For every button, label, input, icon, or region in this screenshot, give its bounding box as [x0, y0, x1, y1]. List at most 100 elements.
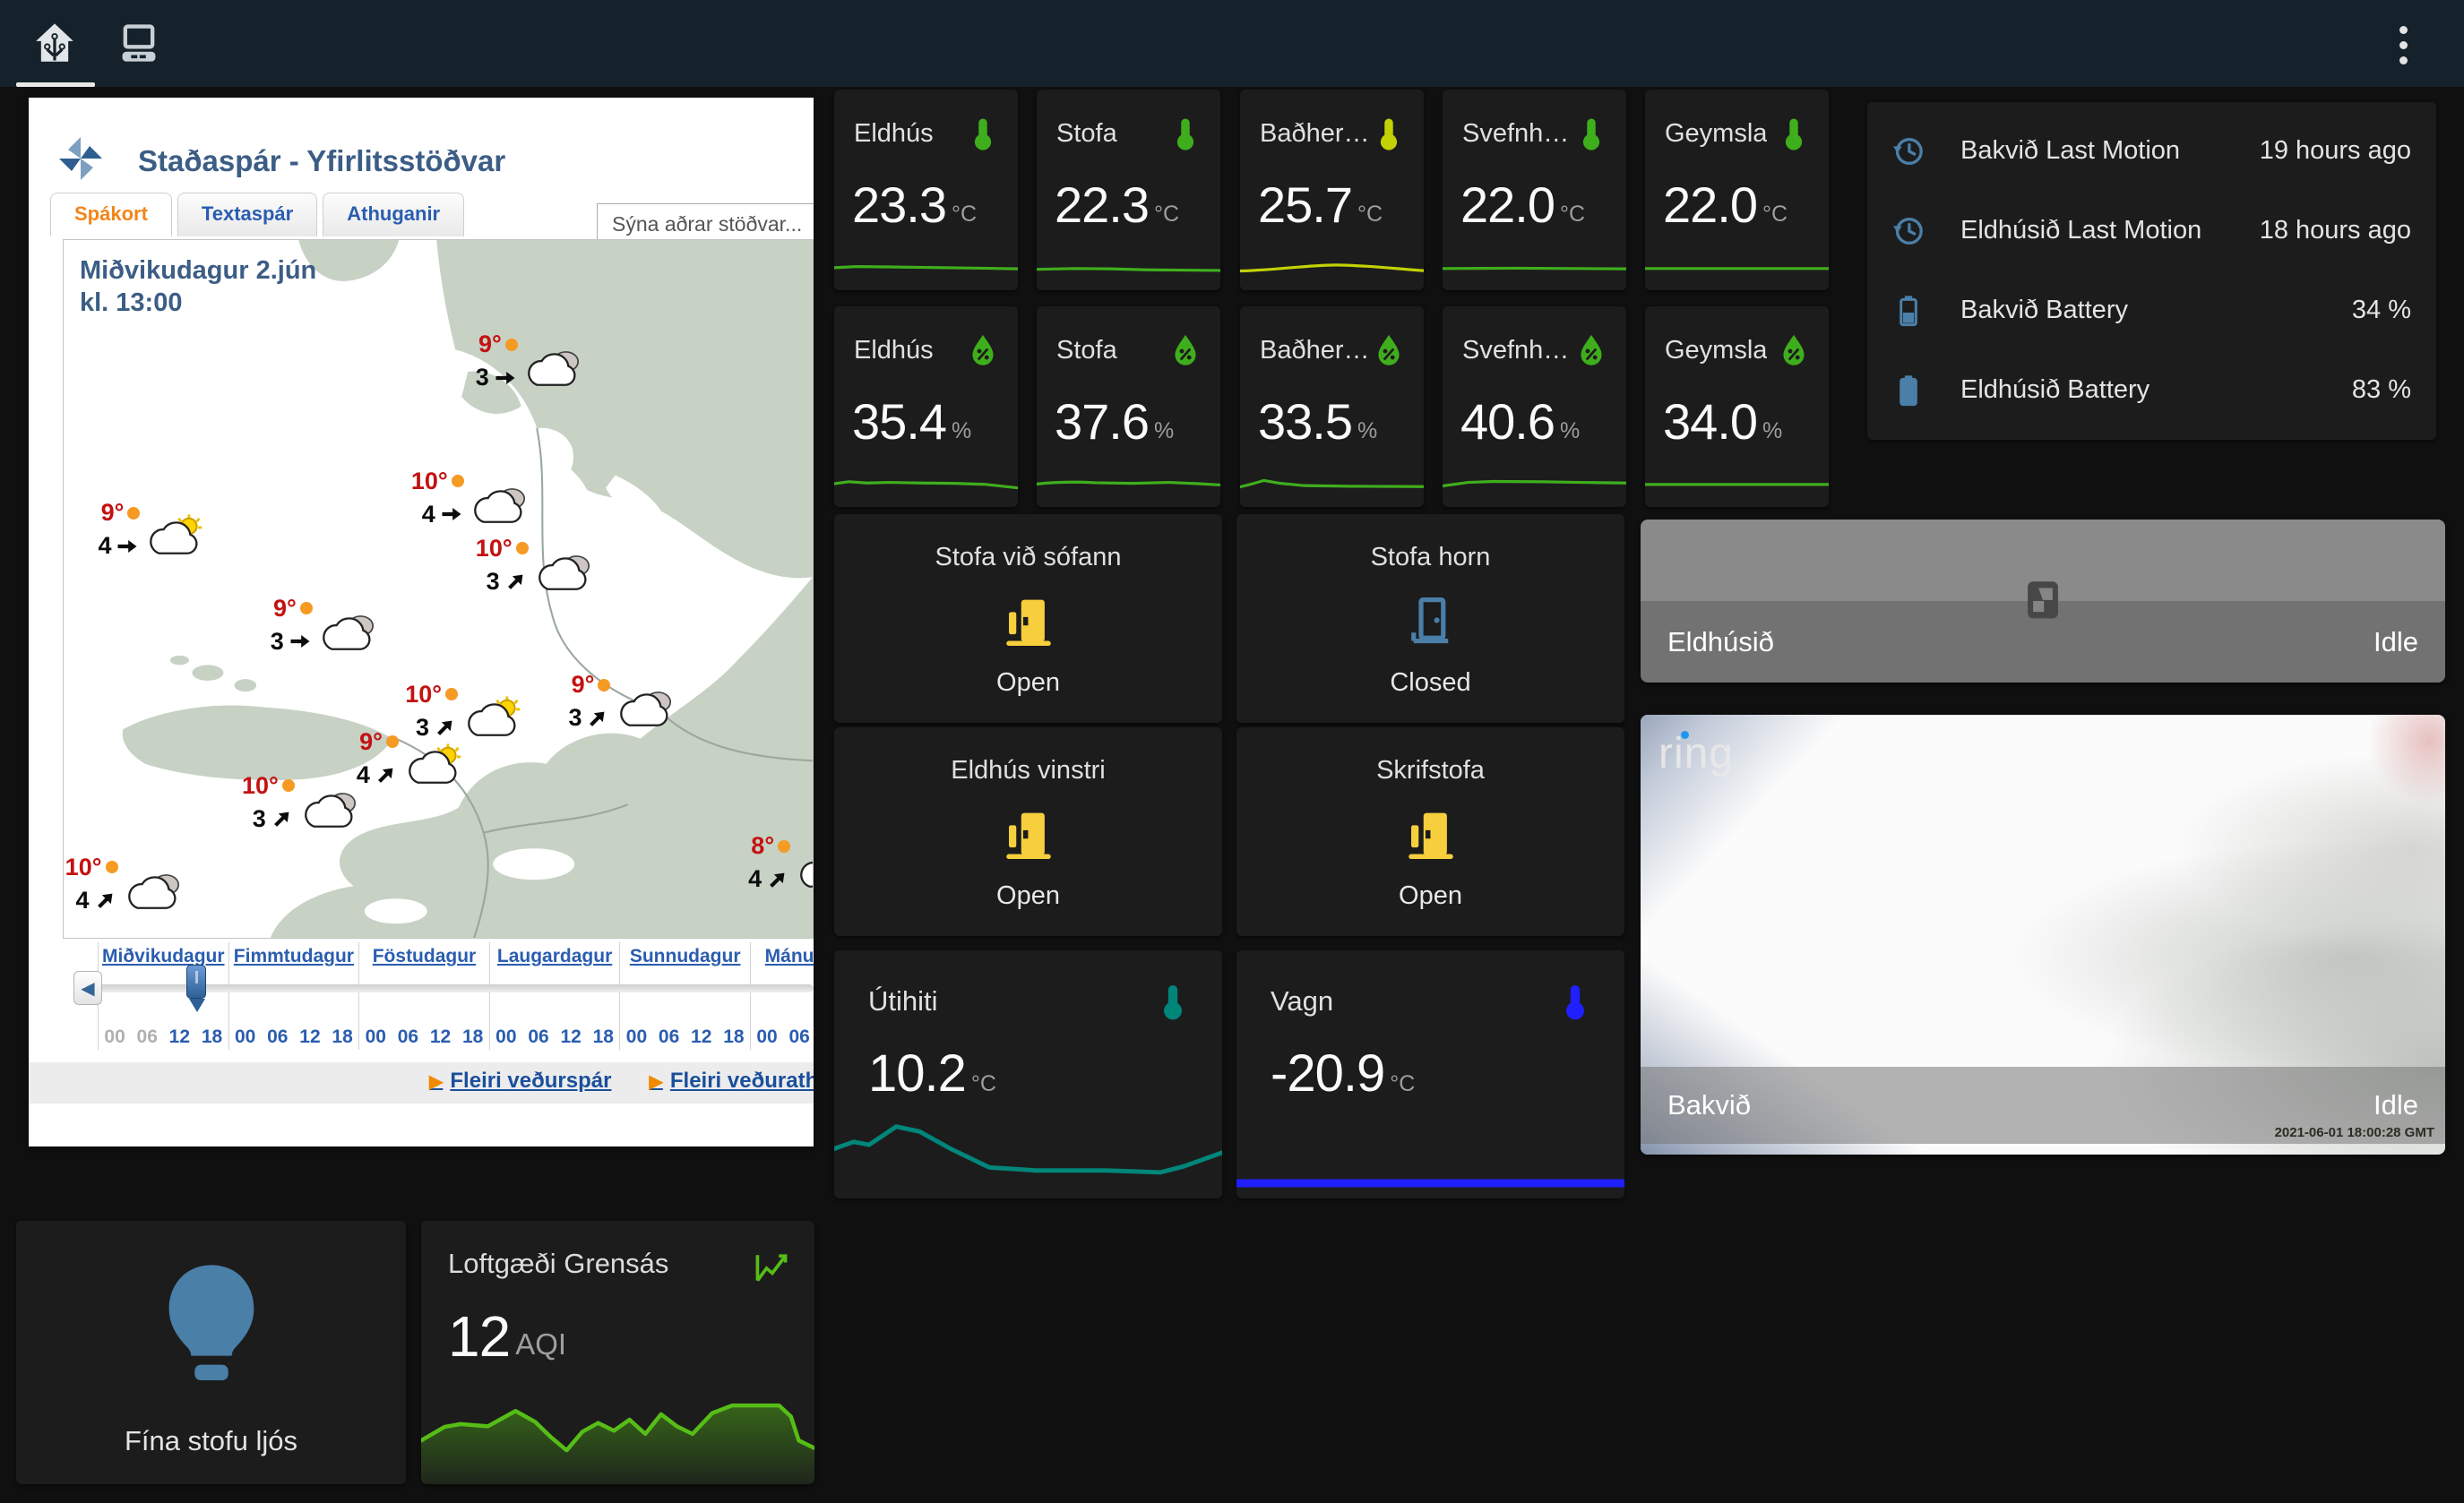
- tab-home[interactable]: [15, 16, 94, 70]
- station-weather-icon: [122, 868, 185, 915]
- day-link[interactable]: Fimmtudagur: [229, 946, 359, 967]
- door-name: Skrifstofa: [1236, 756, 1624, 786]
- entity-value: 18 hours ago: [2260, 216, 2411, 245]
- climate-sensor-card[interactable]: Útihiti 10.2 °C: [834, 950, 1222, 1198]
- sensor-value: 22.0: [1663, 176, 1757, 234]
- entity-row[interactable]: Eldhúsið Last Motion 18 hours ago: [1867, 191, 2436, 271]
- temperature-sensor-card[interactable]: Eldhús 23.3 °C: [834, 90, 1018, 290]
- hour-ticks: 00061218: [359, 1026, 489, 1048]
- temperature-sensor-card[interactable]: Svefnh… 22.0 °C: [1443, 90, 1626, 290]
- entity-name: Eldhúsið Last Motion: [1960, 216, 2201, 245]
- station-temperature: 9°: [273, 595, 313, 623]
- cloudy-icon: [794, 846, 814, 893]
- humidity-sensor-card[interactable]: Stofa 37.6 %: [1037, 306, 1220, 507]
- desktop-icon: [116, 20, 162, 66]
- weather-station: 10° 3: [242, 772, 361, 833]
- weather-station: 9° 3: [568, 671, 676, 732]
- weather-station: 10° 4: [65, 854, 185, 915]
- entity-row[interactable]: Bakvið Battery 34 %: [1867, 271, 2436, 350]
- motion-battery-panel: Bakvið Last Motion 19 hours ago Eldhúsið…: [1867, 102, 2436, 440]
- station-weather-icon: [461, 695, 524, 742]
- day-link[interactable]: Miðvikudagur: [99, 946, 228, 967]
- entity-name: Eldhúsið Battery: [1960, 375, 2150, 405]
- camera-card-kitchen[interactable]: Eldhúsið Idle: [1641, 520, 2445, 683]
- partly-sunny-icon: [143, 513, 206, 560]
- thermometer-icon: [1775, 115, 1813, 152]
- hour-ticks: 00061218: [751, 1026, 814, 1048]
- station-wind: 3: [476, 364, 518, 391]
- door-sensor-card[interactable]: Skrifstofa Open: [1236, 727, 1624, 936]
- sensor-history-sparkline: [1443, 468, 1626, 500]
- aqi-unit: AQI: [515, 1327, 566, 1361]
- station-wind: 3: [568, 704, 610, 732]
- day-link[interactable]: Föstudagur: [359, 946, 489, 967]
- hour-ticks: 00061218: [99, 1026, 228, 1048]
- door-sensor-card[interactable]: Stofa horn Closed: [1236, 514, 1624, 723]
- sensor-unit: %: [952, 418, 971, 444]
- tab-athuganir[interactable]: Athuganir: [323, 193, 464, 236]
- temperature-sensor-card[interactable]: Stofa 22.3 °C: [1037, 90, 1220, 290]
- overflow-menu-button[interactable]: [2385, 20, 2421, 70]
- temperature-sensor-card[interactable]: Baðher… 25.7 °C: [1240, 90, 1424, 290]
- station-weather-icon: [794, 846, 814, 893]
- light-card[interactable]: Fína stofu ljós: [16, 1221, 406, 1484]
- door-sensor-card[interactable]: Stofa við sófann Open: [834, 514, 1222, 723]
- cloudy-icon: [521, 345, 584, 391]
- camera-name: Eldhúsið: [1667, 626, 1774, 658]
- sensor-value: 33.5: [1258, 392, 1352, 451]
- door-closed-icon: [1401, 591, 1460, 650]
- door-name: Stofa horn: [1236, 543, 1624, 572]
- sensor-unit: °C: [1390, 1071, 1415, 1097]
- door-open-icon: [999, 804, 1058, 863]
- partly-sunny-icon: [461, 695, 524, 742]
- station-wind: 4: [98, 532, 140, 560]
- entity-value: 34 %: [2352, 296, 2411, 325]
- humidity-sensor-card[interactable]: Svefnh… 40.6 %: [1443, 306, 1626, 507]
- day-column: Miðvikudagur 00061218: [98, 942, 228, 1050]
- station-temperature: 9°: [101, 499, 141, 527]
- sensor-value: 37.6: [1055, 392, 1149, 451]
- link-more-observations[interactable]: ▶Fleiri veðurathuganir: [649, 1069, 814, 1094]
- home-assistant-icon: [31, 20, 78, 66]
- sensor-history-sparkline: [1037, 251, 1220, 283]
- station-temperature: 8°: [751, 832, 790, 860]
- humidity-icon: [1370, 331, 1408, 369]
- door-open-icon: [1401, 804, 1460, 863]
- station-temperature: 10°: [476, 535, 529, 563]
- link-more-forecasts[interactable]: ▶Fleiri veðurspár: [429, 1069, 611, 1094]
- tab-spakort[interactable]: Spákort: [50, 193, 172, 236]
- camera-status: Idle: [2374, 626, 2418, 658]
- humidity-sensor-card[interactable]: Baðher… 33.5 %: [1240, 306, 1424, 507]
- sensor-name: Baðher…: [1260, 119, 1370, 149]
- top-navbar: [0, 0, 2464, 87]
- day-link[interactable]: Laugardagur: [490, 946, 620, 967]
- entity-value: 19 hours ago: [2260, 136, 2411, 166]
- sensor-name: Útihiti: [868, 985, 938, 1018]
- entity-row[interactable]: Bakvið Last Motion 19 hours ago: [1867, 111, 2436, 191]
- sensor-value: 22.3: [1055, 176, 1149, 234]
- cloudy-icon: [298, 786, 361, 833]
- entity-row[interactable]: Eldhúsið Battery 83 %: [1867, 350, 2436, 430]
- vedur-logo-icon: [56, 133, 106, 184]
- tab-textaspar[interactable]: Textaspár: [177, 193, 317, 236]
- door-sensor-card[interactable]: Eldhús vinstri Open: [834, 727, 1222, 936]
- weather-widget-title: Staðaspár - Yfirlitsstöðvar: [138, 144, 505, 178]
- hour-ticks: 00061218: [490, 1026, 620, 1048]
- time-slider-handle[interactable]: [186, 965, 206, 999]
- door-state: Open: [1236, 881, 1624, 911]
- camera-card-backyard[interactable]: ring Bakvið Idle 2021-06-01 18:00:28 GMT: [1641, 715, 2445, 1155]
- day-link[interactable]: Mánudagur: [751, 946, 814, 967]
- climate-sensor-card[interactable]: Vagn -20.9 °C: [1236, 950, 1624, 1198]
- temperature-sensor-card[interactable]: Geymsla 22.0 °C: [1645, 90, 1829, 290]
- slider-left-arrow-button[interactable]: ◀: [73, 971, 102, 1005]
- tab-terminal[interactable]: [99, 16, 178, 70]
- day-link[interactable]: Sunnudagur: [620, 946, 750, 967]
- humidity-icon: [964, 331, 1002, 369]
- air-quality-card[interactable]: Loftgæði Grensás 12 AQI: [421, 1221, 814, 1484]
- humidity-sensor-card[interactable]: Geymsla 34.0 %: [1645, 306, 1829, 507]
- door-name: Stofa við sófann: [834, 543, 1222, 572]
- door-open-icon: [999, 591, 1058, 650]
- wind-arrow-icon: [368, 757, 404, 793]
- station-weather-icon: [316, 609, 379, 656]
- humidity-sensor-card[interactable]: Eldhús 35.4 %: [834, 306, 1018, 507]
